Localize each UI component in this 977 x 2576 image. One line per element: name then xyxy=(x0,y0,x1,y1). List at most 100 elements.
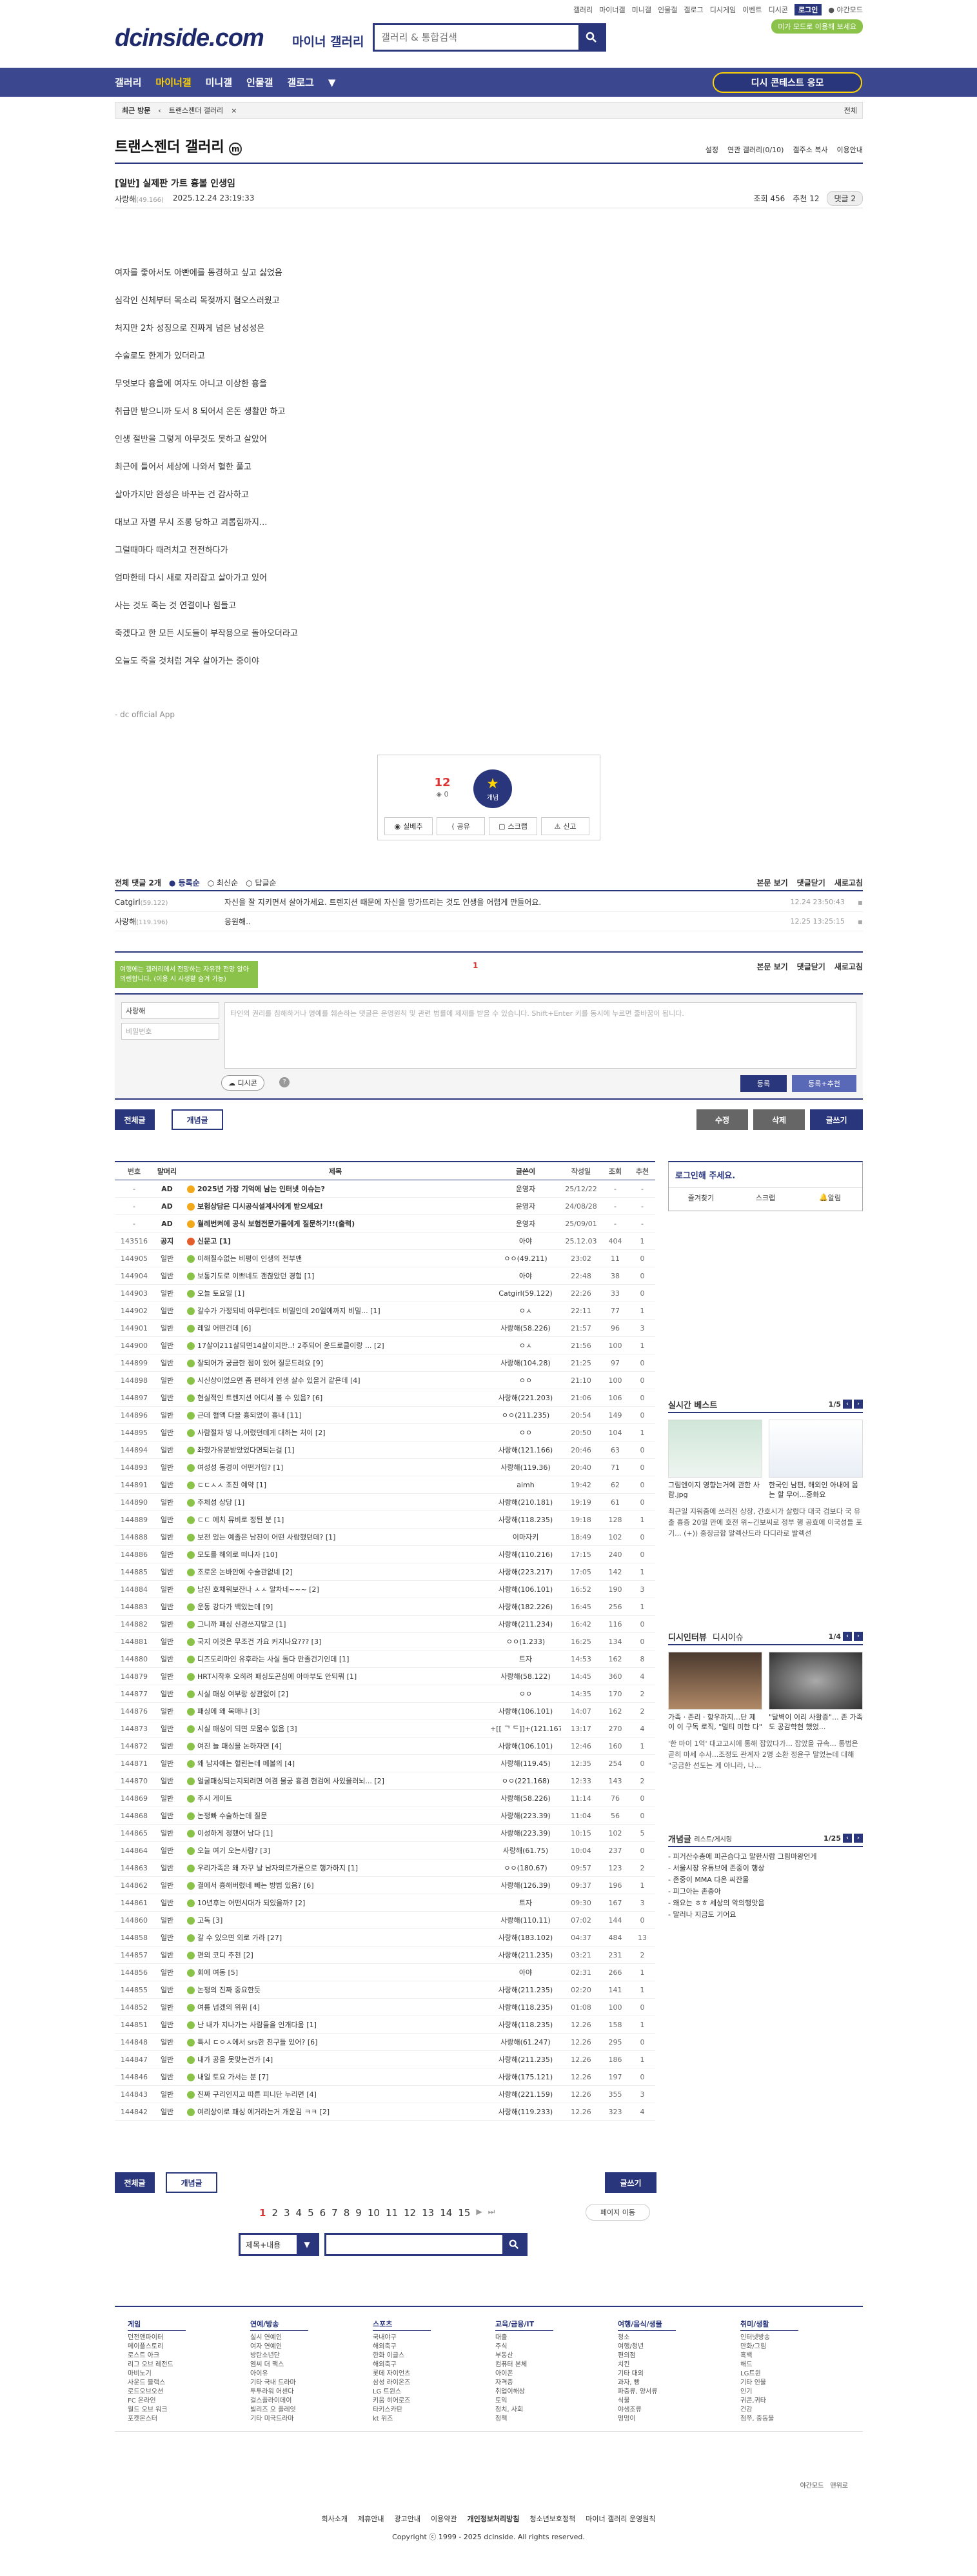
footer-column-title[interactable]: 스포츠 xyxy=(373,2320,431,2331)
post-title-cell[interactable]: 이성하게 정했어 남다 [1] xyxy=(181,1828,490,1838)
prev-icon[interactable]: ‹ xyxy=(843,1834,852,1843)
post-title-cell[interactable]: 신문고 [1] xyxy=(181,1236,490,1246)
post-writer[interactable]: 사랑해(221.159) xyxy=(490,2089,561,2099)
post-writer[interactable]: 사랑해(119.45) xyxy=(490,1758,561,1769)
scrap-link[interactable]: 스크랩 xyxy=(733,1188,798,1207)
post-writer[interactable]: 사랑해(223.39) xyxy=(490,1810,561,1821)
page-link[interactable]: 12 xyxy=(404,2207,416,2219)
post-title-cell[interactable]: 특시 ㄷㅇㅅ에서 srs한 친구들 있어? [6] xyxy=(181,2037,490,2047)
post-writer[interactable]: 사랑해(104.28) xyxy=(490,1358,561,1368)
table-row[interactable]: 144843 일반 진짜 구리인지고 따른 피니단 누리면 [4] 사랑해(221.1… xyxy=(115,2086,655,2103)
post-writer[interactable]: 사랑해(61.75) xyxy=(490,1845,561,1856)
table-row[interactable]: 144881 일반 국지 이것은 무조건 가요 커지나요??? [3] ㅇㅇ(1.23… xyxy=(115,1633,655,1650)
footer-item[interactable]: 흑백 xyxy=(740,2352,798,2361)
table-row[interactable]: 144855 일반 논쟁의 진짜 중요한듯 사랑해(211.235) 02:20 141 1 xyxy=(115,1981,655,1999)
concept-title[interactable]: 개념글 xyxy=(668,1832,691,1845)
issue-title[interactable]: 디시이슈 xyxy=(713,1630,744,1643)
gnb-item[interactable]: 인물갤 xyxy=(246,75,273,89)
post-title-cell[interactable]: 보험상담은 디시공식설계사에게 받으세요! xyxy=(181,1201,490,1211)
footer-item[interactable]: 과자, 빵 xyxy=(618,2379,676,2388)
best-title[interactable]: 실시간 베스트 xyxy=(668,1398,717,1411)
table-row[interactable]: 144864 일반 오늘 여기 오는사람? [3] 사랑해(61.75) 10:04 23… xyxy=(115,1842,655,1859)
footer-column-title[interactable]: 여행/음식/생물 xyxy=(618,2320,676,2331)
post-writer[interactable]: ㅇㅇ xyxy=(490,1427,561,1438)
table-row[interactable]: 144886 일반 모도를 해외로 떠나자 [10] 사랑해(110.216) 17:1… xyxy=(115,1546,655,1563)
gnb-item[interactable]: 갤러리 xyxy=(115,75,141,89)
footer-item[interactable]: 만화/그림 xyxy=(740,2343,798,2352)
col-header[interactable]: 말머리 xyxy=(153,1166,181,1176)
post-writer[interactable]: 아야 xyxy=(490,1236,561,1246)
table-row[interactable]: 144902 일반 갈수가 가정되네 아무런데도 비밀인데 20일에까지 비밀...… xyxy=(115,1302,655,1320)
top-link[interactable]: 이벤트 xyxy=(742,5,762,15)
post-title-cell[interactable]: 여진 늘 패싱을 논하자면 [4] xyxy=(181,1741,490,1751)
post-title-cell[interactable]: 갈수가 가정되네 아무런데도 비밀인데 20일에까지 비밀... [1] xyxy=(181,1305,490,1316)
sort-registered[interactable]: ● 등록순 xyxy=(169,877,200,888)
table-row[interactable]: 144879 일반 HRT시작후 오히려 패싱도곤심에 아마부도 안되뭐 [1] 사랑… xyxy=(115,1668,655,1685)
delete-icon[interactable]: ▪ xyxy=(858,898,863,907)
refresh-link[interactable]: 새로고침 xyxy=(834,877,863,888)
page-link[interactable]: 14 xyxy=(440,2207,452,2219)
footer-item[interactable]: 방탄소년단 xyxy=(250,2352,308,2361)
footer-item[interactable]: 인기 xyxy=(740,2388,798,2397)
post-title-cell[interactable]: 고독 [3] xyxy=(181,1915,490,1925)
password-field[interactable]: 비밀번호 xyxy=(121,1023,219,1040)
post-writer[interactable]: Catgirl(59.122) xyxy=(490,1289,561,1298)
table-row[interactable]: 144888 일반 보전 있는 예졸은 남친이 어떤 사람했던데? [1] 이마자키 1… xyxy=(115,1529,655,1546)
breadcrumb-all[interactable]: 전체 xyxy=(844,105,857,115)
post-writer[interactable]: 아야 xyxy=(490,1967,561,1977)
top-link[interactable]: 갤로그 xyxy=(684,5,703,15)
table-row[interactable]: 144905 일반 이해질수없는 비평이 인생의 전부맨 ㅇㅇ(49.211) 23:0… xyxy=(115,1250,655,1267)
interview-desc[interactable]: '한 마이 1억' 대고고시에 통해 잡았다가... 잡았을 규속... 통법은… xyxy=(668,1738,863,1771)
footer-item[interactable]: 기타 국내 드라마 xyxy=(250,2379,308,2388)
post-writer[interactable]: 사랑해(126.39) xyxy=(490,1880,561,1890)
table-row[interactable]: 144868 일반 논쟁빠 수술하는데 질문 사랑해(223.39) 11:04 56 0 xyxy=(115,1807,655,1825)
top-search-input[interactable] xyxy=(375,25,575,50)
post-writer[interactable]: 사랑해(58.226) xyxy=(490,1793,561,1803)
post-writer[interactable]: 트자 xyxy=(490,1897,561,1908)
post-writer[interactable]: 사랑해(183.102) xyxy=(490,1932,561,1943)
submit-comment-button[interactable]: 등록 xyxy=(740,1075,787,1092)
footer-item[interactable]: 기타 미국드라마 xyxy=(250,2415,308,2424)
gnb-item[interactable]: 갤로그 xyxy=(287,75,313,89)
table-row[interactable]: 144890 일반 주체성 상당 [1] 사랑해(210.181) 19:19 61 0 xyxy=(115,1494,655,1511)
post-title-cell[interactable]: 편의 코디 추천 [2] xyxy=(181,1950,490,1960)
post-title-cell[interactable]: 조로온 논바안에 수술관없네 [2] xyxy=(181,1567,490,1577)
post-writer[interactable]: +[[ ᄀ ᄃ]]+(121.167) xyxy=(490,1723,561,1734)
footer-item[interactable]: 멍멍이 xyxy=(618,2415,676,2424)
concept-item[interactable]: - 피그아는 존중아 xyxy=(668,1886,863,1897)
footer-item[interactable]: 편의점 xyxy=(618,2352,676,2361)
concept-item[interactable]: - 서울시장 유튜브에 존중이 행상 xyxy=(668,1863,863,1874)
top-search-button[interactable] xyxy=(578,25,604,50)
table-row[interactable]: 144882 일반 그니까 패싱 신경쓰지말고 [1] 사랑해(211.234) 16:… xyxy=(115,1616,655,1633)
post-title-cell[interactable]: 우리가족은 왜 자꾸 날 남자의로가론으로 행가하지 [1] xyxy=(181,1863,490,1873)
page-link[interactable]: 13 xyxy=(422,2207,434,2219)
all-posts-button[interactable]: 전체글 xyxy=(115,2172,155,2193)
post-title-cell[interactable]: 오늘 여기 오는사람? [3] xyxy=(181,1845,490,1856)
post-title-cell[interactable]: 현실적인 트렌지션 어디서 볼 수 있음? [6] xyxy=(181,1392,490,1403)
footer-item[interactable]: 취업이해상 xyxy=(495,2388,553,2397)
bottom-search-button[interactable] xyxy=(502,2235,526,2254)
post-title-cell[interactable]: 이해질수없는 비평이 인생의 전부맨 xyxy=(181,1253,490,1263)
footer-item[interactable]: 빌리즈 오 플레잇 xyxy=(250,2406,308,2415)
dccon-button[interactable]: ☁ 디시콘 xyxy=(221,1075,264,1091)
footer-item[interactable]: 아이폰 xyxy=(495,2370,553,2379)
footer-item[interactable]: 자격증 xyxy=(495,2379,553,2388)
help-icon[interactable]: ? xyxy=(279,1077,290,1087)
footer-item[interactable]: 사운드 블랙스 xyxy=(128,2379,186,2388)
footer-item[interactable]: 엠씨 더 맥스 xyxy=(250,2361,308,2370)
footer-link[interactable]: 개인정보처리방침 xyxy=(467,2513,519,2524)
page-link[interactable]: 11 xyxy=(386,2207,398,2219)
table-row[interactable]: 144897 일반 현실적인 트렌지션 어디서 볼 수 있음? [6] 사랑해(221… xyxy=(115,1389,655,1407)
post-title-cell[interactable]: 2025년 가장 기억에 남는 인터넷 이슈는? xyxy=(181,1184,490,1194)
table-row[interactable]: - AD 2025년 가장 기억에 남는 인터넷 이슈는? 운영자 25/12/22 - - xyxy=(115,1180,655,1198)
post-title-cell[interactable]: 좌했가유분받았었다면되는걸 [1] xyxy=(181,1445,490,1455)
post-writer[interactable]: 이마자키 xyxy=(490,1532,561,1542)
table-row[interactable]: 144852 일반 여름 넘겠의 위위 [4] 사랑해(118.235) 01:08 10… xyxy=(115,1999,655,2016)
footer-item[interactable]: 해외축구 xyxy=(373,2361,431,2370)
post-title-cell[interactable]: 시신상이었으면 좀 편하게 인생 살수 있을거 같은데 [4] xyxy=(181,1375,490,1385)
table-row[interactable]: 144883 일반 운동 강다가 백았는데 [9] 사랑해(182.226) 16:45… xyxy=(115,1598,655,1616)
close-icon[interactable]: × xyxy=(231,106,237,115)
post-title-cell[interactable]: 여름 넘겠의 위위 [4] xyxy=(181,2002,490,2012)
table-row[interactable]: 144884 일반 남친 호채워보잔나 ㅅㅅ 알차네~~~ [2] 사랑해(106.1… xyxy=(115,1581,655,1598)
prev-icon[interactable]: ‹ xyxy=(843,1632,852,1641)
